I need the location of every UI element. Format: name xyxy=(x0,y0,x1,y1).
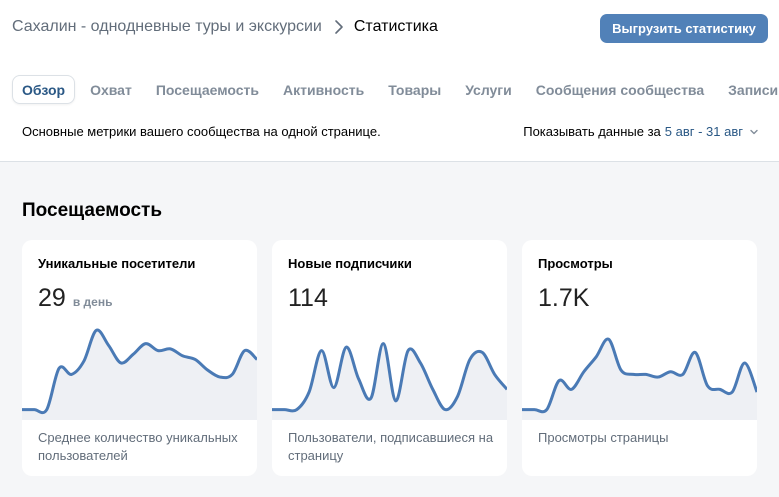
tab-community-messages[interactable]: Сообщения сообщества xyxy=(527,75,713,104)
tab-services[interactable]: Услуги xyxy=(456,75,521,104)
new-subscribers-card[interactable]: Новые подписчики 114 Пользователи, подпи… xyxy=(272,240,507,476)
stats-tabs: Обзор Охват Посещаемость Активность Това… xyxy=(12,75,779,104)
section-title: Посещаемость xyxy=(22,200,163,221)
card-title: Новые подписчики xyxy=(288,256,412,271)
export-statistics-button[interactable]: Выгрузить статистику xyxy=(600,14,768,43)
overview-content: Посещаемость Уникальные посетители 29 в … xyxy=(0,162,779,497)
card-value: 29 в день xyxy=(38,284,112,313)
metric-value: 1.7K xyxy=(538,284,590,312)
tab-attendance[interactable]: Посещаемость xyxy=(147,75,268,104)
card-description: Пользователи, подписавшиеся на страницу xyxy=(288,430,494,463)
breadcrumb-current: Статистика xyxy=(353,18,438,35)
tab-posts[interactable]: Записи xyxy=(719,75,779,104)
metric-value: 114 xyxy=(288,284,328,312)
page-description: Основные метрики вашего сообщества на од… xyxy=(22,124,381,139)
unique-visitors-card[interactable]: Уникальные посетители 29 в день Среднее … xyxy=(22,240,257,476)
breadcrumb: Сахалин - однодневные туры и экскурсии С… xyxy=(12,18,438,36)
date-range-label: Показывать данные за xyxy=(523,124,661,139)
metric-unit: в день xyxy=(72,295,113,309)
tab-activity[interactable]: Активность xyxy=(274,75,373,104)
date-range-selector[interactable]: Показывать данные за 5 авг - 31 авг xyxy=(523,124,759,139)
tab-reach[interactable]: Охват xyxy=(81,75,141,104)
page-views-card[interactable]: Просмотры 1.7K Просмотры страницы xyxy=(522,240,757,476)
chevron-down-icon xyxy=(750,129,758,134)
sparkline-chart xyxy=(22,328,257,420)
card-title: Уникальные посетители xyxy=(38,256,196,271)
tab-products[interactable]: Товары xyxy=(379,75,450,104)
metric-value: 29 xyxy=(38,284,66,312)
card-title: Просмотры xyxy=(538,256,613,271)
sparkline-chart xyxy=(522,337,757,420)
breadcrumb-community-link[interactable]: Сахалин - однодневные туры и экскурсии xyxy=(12,18,322,36)
card-value: 114 xyxy=(288,284,335,313)
card-description: Среднее количество уникальных пользовате… xyxy=(38,430,238,463)
page-header: Сахалин - однодневные туры и экскурсии С… xyxy=(0,0,779,58)
card-value: 1.7K xyxy=(538,284,596,313)
sparkline-area xyxy=(522,338,757,420)
tab-overview[interactable]: Обзор xyxy=(12,75,76,104)
sparkline-chart xyxy=(272,342,507,420)
card-description: Просмотры страницы xyxy=(538,430,669,445)
chevron-right-icon xyxy=(334,18,344,36)
date-range-value[interactable]: 5 авг - 31 авг xyxy=(665,124,743,139)
